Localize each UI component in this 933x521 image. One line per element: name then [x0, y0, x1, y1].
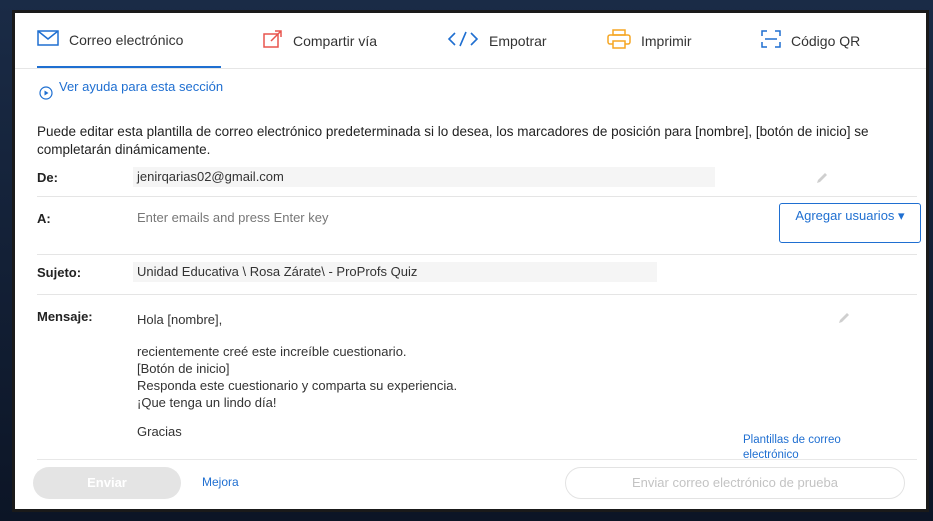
tab-print-label: Imprimir [641, 32, 692, 49]
subject-value: Unidad Educativa \ Rosa Zárate\ - ProPro… [133, 262, 657, 282]
to-label: A: [37, 211, 51, 226]
printer-icon [607, 29, 631, 52]
send-button[interactable]: Enviar [33, 467, 181, 499]
message-line: Hola [nombre], [137, 312, 223, 327]
tab-qr-label: Código QR [791, 32, 861, 49]
tab-share-label: Compartir vía [293, 32, 378, 49]
tab-bar: Correo electrónico Compartir vía Empotra… [15, 13, 926, 69]
edit-message-pencil-icon[interactable] [837, 311, 851, 325]
tab-email-label: Correo electrónico [69, 31, 184, 48]
add-users-button[interactable]: Agregar usuarios ▾ [779, 203, 921, 243]
divider [37, 254, 917, 255]
message-line: Responda este cuestionario y comparta su… [137, 378, 458, 393]
share-dialog: Correo electrónico Compartir vía Empotra… [12, 10, 929, 512]
message-line: ¡Que tenga un lindo día! [137, 395, 277, 410]
footer-divider [37, 459, 917, 460]
tab-print[interactable]: Imprimir [607, 13, 747, 68]
help-link[interactable]: Ver ayuda para esta sección [39, 79, 229, 103]
play-circle-icon [39, 86, 53, 103]
intro-text: Puede editar esta plantilla de correo el… [37, 124, 869, 157]
tab-qr[interactable]: Código QR [761, 13, 901, 68]
divider [37, 294, 917, 295]
edit-from-pencil-icon[interactable] [815, 171, 829, 185]
envelope-icon [37, 30, 59, 49]
subject-label: Sujeto: [37, 265, 82, 280]
message-line: Gracias [137, 424, 182, 439]
code-icon [447, 31, 479, 50]
tab-share[interactable]: Compartir vía [263, 13, 413, 68]
share-icon [263, 30, 283, 51]
send-test-email-button[interactable]: Enviar correo electrónico de prueba [565, 467, 905, 499]
message-line: [Botón de inicio] [137, 361, 230, 376]
from-value: jenirqarias02@gmail.com [133, 167, 715, 187]
message-label: Mensaje: [37, 309, 93, 324]
divider [37, 196, 917, 197]
tab-embed-label: Empotrar [489, 32, 547, 49]
improve-link[interactable]: Mejora [202, 475, 239, 489]
message-line: recientemente creé este increíble cuesti… [137, 344, 407, 359]
from-label: De: [37, 170, 58, 185]
tab-embed[interactable]: Empotrar [447, 13, 587, 68]
tab-email[interactable]: Correo electrónico [37, 13, 221, 68]
qr-icon [761, 30, 781, 51]
help-label: Ver ayuda para esta sección [59, 79, 224, 94]
to-email-input[interactable] [135, 209, 759, 226]
